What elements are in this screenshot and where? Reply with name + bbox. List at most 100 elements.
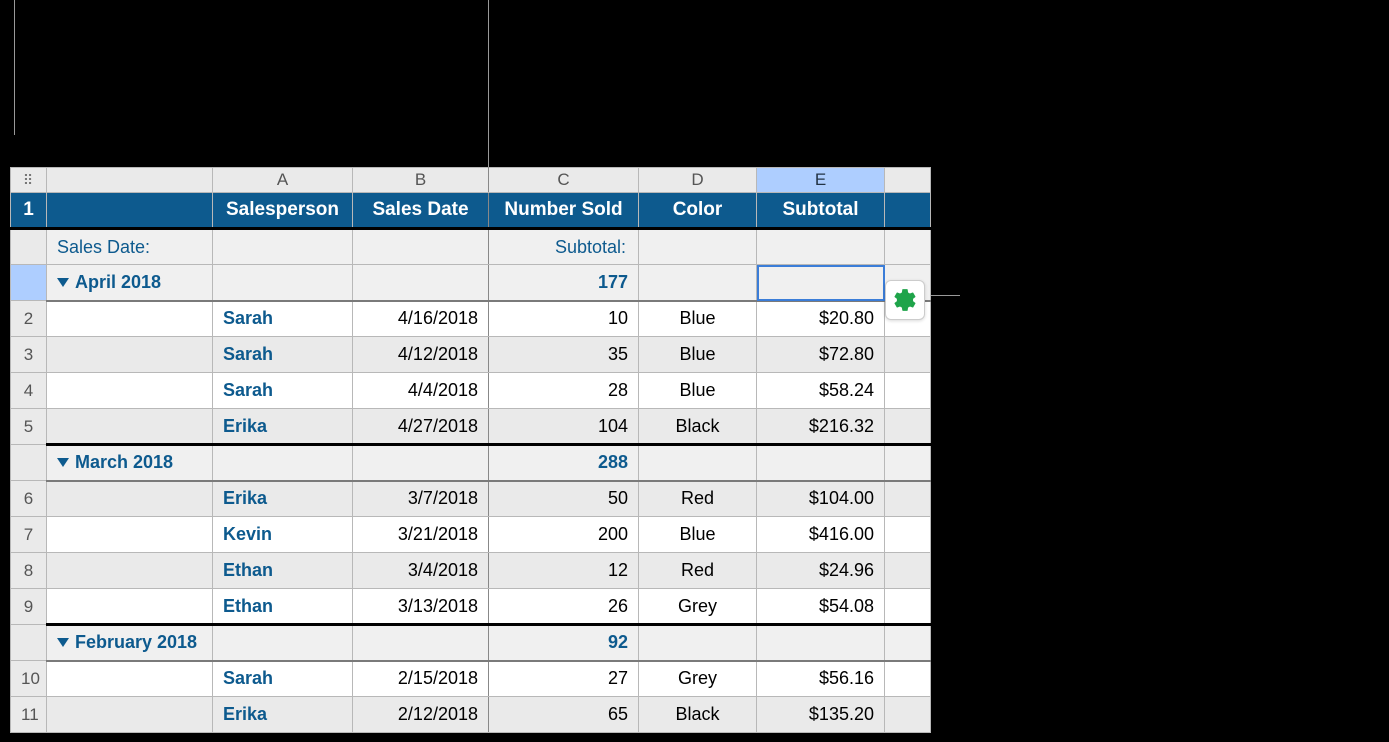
cell[interactable] (757, 445, 885, 481)
cell-date[interactable]: 3/4/2018 (353, 553, 489, 589)
category-options-button[interactable] (885, 280, 925, 320)
cell-numbersold[interactable]: 65 (489, 697, 639, 733)
row-number[interactable]: 8 (11, 553, 47, 589)
column-header-A[interactable]: A (213, 168, 353, 193)
row-number[interactable]: 2 (11, 301, 47, 337)
cell[interactable] (639, 625, 757, 661)
row-number-blank[interactable] (11, 625, 47, 661)
cell[interactable] (885, 697, 931, 733)
row-number-blank[interactable] (11, 445, 47, 481)
column-header-tail[interactable] (885, 168, 931, 193)
row-number[interactable]: 11 (11, 697, 47, 733)
cell-color[interactable]: Blue (639, 373, 757, 409)
summary-salesdate-label[interactable]: Sales Date: (47, 229, 213, 265)
header-cell-blank[interactable] (47, 193, 213, 229)
cell-numbersold[interactable]: 10 (489, 301, 639, 337)
group-toggle[interactable]: April 2018 (47, 265, 213, 301)
cell[interactable] (213, 229, 353, 265)
cell-subtotal[interactable]: $104.00 (757, 481, 885, 517)
cell[interactable] (47, 301, 213, 337)
cell-date[interactable]: 3/13/2018 (353, 589, 489, 625)
cell[interactable] (757, 625, 885, 661)
cell[interactable] (213, 445, 353, 481)
row-number[interactable]: 4 (11, 373, 47, 409)
cell[interactable] (353, 265, 489, 301)
cell-date[interactable]: 4/12/2018 (353, 337, 489, 373)
cell-numbersold[interactable]: 28 (489, 373, 639, 409)
cell-date[interactable]: 3/21/2018 (353, 517, 489, 553)
row-number[interactable]: 10 (11, 661, 47, 697)
cell[interactable] (885, 661, 931, 697)
row-number-blank[interactable] (11, 229, 47, 265)
row-number[interactable]: 3 (11, 337, 47, 373)
header-cell-salesperson[interactable]: Salesperson (213, 193, 353, 229)
cell-salesperson[interactable]: Kevin (213, 517, 353, 553)
cell-date[interactable]: 4/4/2018 (353, 373, 489, 409)
row-number[interactable]: 1 (11, 193, 47, 229)
row-number-blank[interactable] (11, 265, 47, 301)
cell-subtotal[interactable]: $72.80 (757, 337, 885, 373)
cell[interactable] (885, 625, 931, 661)
cell-numbersold[interactable]: 27 (489, 661, 639, 697)
cell[interactable] (885, 229, 931, 265)
cell-date[interactable]: 4/16/2018 (353, 301, 489, 337)
cell-numbersold[interactable]: 26 (489, 589, 639, 625)
row-number[interactable]: 7 (11, 517, 47, 553)
header-cell-tail[interactable] (885, 193, 931, 229)
cell[interactable] (353, 445, 489, 481)
cell-salesperson[interactable]: Sarah (213, 373, 353, 409)
table-corner-handle[interactable]: ⠿ (11, 168, 47, 193)
cell-salesperson[interactable]: Sarah (213, 301, 353, 337)
cell[interactable] (639, 265, 757, 301)
column-header-C[interactable]: C (489, 168, 639, 193)
cell-subtotal[interactable]: $54.08 (757, 589, 885, 625)
header-cell-numbersold[interactable]: Number Sold (489, 193, 639, 229)
cell[interactable] (885, 553, 931, 589)
cell-color[interactable]: Blue (639, 301, 757, 337)
cell[interactable] (885, 445, 931, 481)
column-header-E[interactable]: E (757, 168, 885, 193)
cell[interactable] (47, 373, 213, 409)
cell[interactable] (47, 553, 213, 589)
cell-salesperson[interactable]: Ethan (213, 589, 353, 625)
cell-subtotal[interactable]: $216.32 (757, 409, 885, 445)
cell[interactable] (885, 373, 931, 409)
cell[interactable] (885, 337, 931, 373)
cell-date[interactable]: 3/7/2018 (353, 481, 489, 517)
cell-subtotal[interactable]: $58.24 (757, 373, 885, 409)
cell-salesperson[interactable]: Ethan (213, 553, 353, 589)
group-total-numbersold[interactable]: 92 (489, 625, 639, 661)
cell[interactable] (47, 517, 213, 553)
cell-subtotal[interactable]: $20.80 (757, 301, 885, 337)
cell-salesperson[interactable]: Erika (213, 697, 353, 733)
cell-color[interactable]: Black (639, 697, 757, 733)
header-cell-subtotal[interactable]: Subtotal (757, 193, 885, 229)
group-toggle[interactable]: February 2018 (47, 625, 213, 661)
selected-cell[interactable] (757, 265, 885, 301)
cell[interactable] (885, 589, 931, 625)
cell-color[interactable]: Blue (639, 517, 757, 553)
cell-date[interactable]: 2/12/2018 (353, 697, 489, 733)
cell-color[interactable]: Red (639, 481, 757, 517)
cell[interactable] (639, 229, 757, 265)
cell-salesperson[interactable]: Sarah (213, 337, 353, 373)
cell[interactable] (47, 409, 213, 445)
cell[interactable] (47, 697, 213, 733)
cell-color[interactable]: Grey (639, 589, 757, 625)
row-number[interactable]: 5 (11, 409, 47, 445)
header-cell-color[interactable]: Color (639, 193, 757, 229)
column-header-blank[interactable] (47, 168, 213, 193)
group-total-numbersold[interactable]: 288 (489, 445, 639, 481)
cell[interactable] (47, 589, 213, 625)
cell-subtotal[interactable]: $135.20 (757, 697, 885, 733)
row-number[interactable]: 6 (11, 481, 47, 517)
cell-numbersold[interactable]: 104 (489, 409, 639, 445)
cell[interactable] (353, 625, 489, 661)
cell-color[interactable]: Red (639, 553, 757, 589)
cell-date[interactable]: 2/15/2018 (353, 661, 489, 697)
cell-subtotal[interactable]: $416.00 (757, 517, 885, 553)
group-toggle[interactable]: March 2018 (47, 445, 213, 481)
cell-color[interactable]: Blue (639, 337, 757, 373)
column-header-B[interactable]: B (353, 168, 489, 193)
header-cell-salesdate[interactable]: Sales Date (353, 193, 489, 229)
